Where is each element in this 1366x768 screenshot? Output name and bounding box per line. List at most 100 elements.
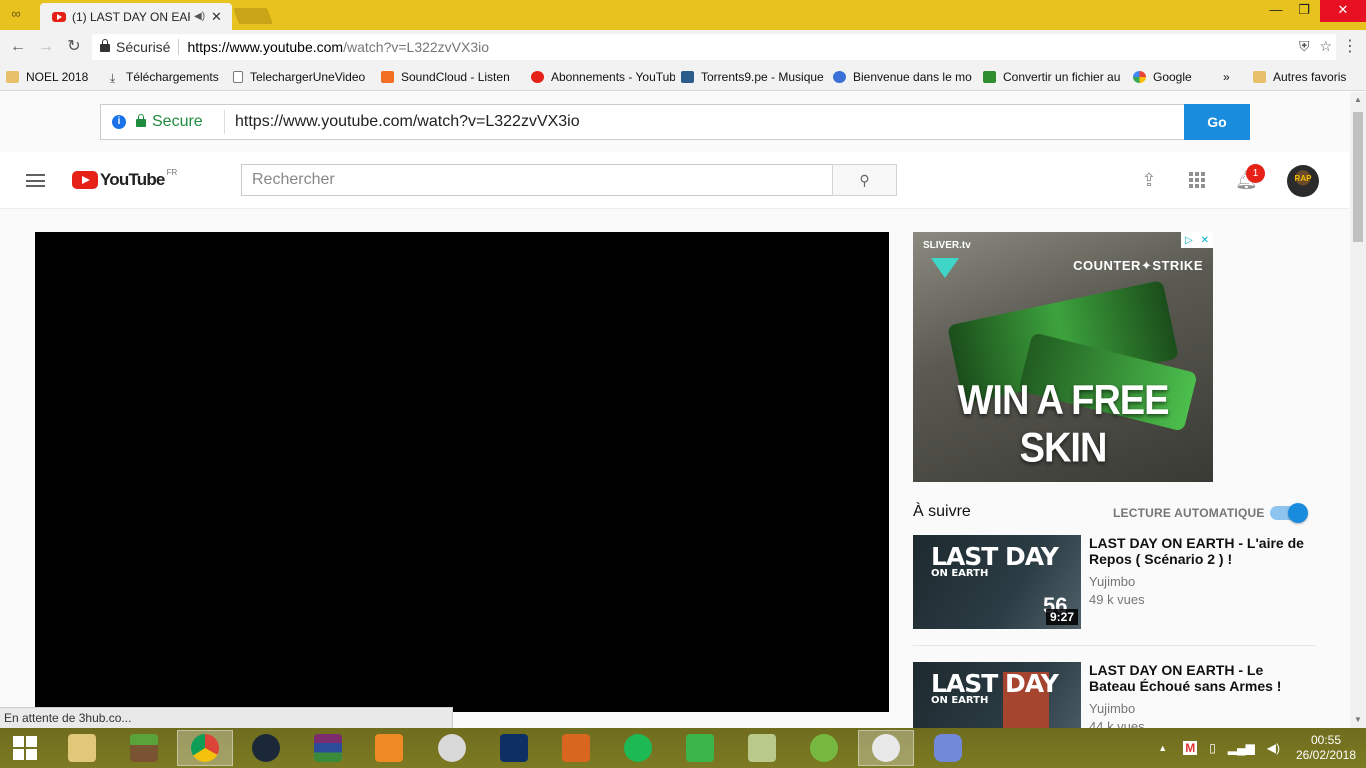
bookmarks-bar: NOEL 2018 ⤓ Téléchargements TelechargerUn…: [0, 64, 1366, 91]
video-views: 49 k vues: [1089, 592, 1145, 607]
taskbar-clock[interactable]: 00:55 26/02/2018: [1286, 733, 1366, 763]
url-host: https://www.youtube.com: [187, 39, 344, 55]
youtube-logo[interactable]: YouTube FR: [72, 168, 177, 190]
video-title[interactable]: LAST DAY ON EARTH - L'aire de Repos ( Sc…: [1089, 535, 1309, 567]
speaker-icon[interactable]: ◀): [194, 11, 205, 22]
display-ad[interactable]: SLIVER.tv COUNTER✦STRIKE WIN A FREE SKIN…: [913, 232, 1213, 482]
taskbar-file-explorer[interactable]: [54, 730, 110, 766]
search-button[interactable]: ⚲: [832, 164, 897, 196]
extension-url-input[interactable]: https://www.youtube.com/watch?v=L322zvVX…: [235, 113, 1184, 131]
shield-icon[interactable]: ⛨: [1299, 38, 1310, 55]
back-arrow-icon[interactable]: ←: [8, 37, 28, 57]
video-channel[interactable]: Yujimbo: [1089, 701, 1135, 716]
torrents9-icon: [681, 71, 694, 83]
taskbar-camtasia[interactable]: [672, 730, 728, 766]
forward-arrow-icon[interactable]: →: [36, 37, 56, 57]
adchoices-icon[interactable]: ▷ ✕: [1181, 232, 1213, 248]
tab-close-icon[interactable]: ✕: [211, 9, 222, 25]
bookmark-telechargeruneVideo[interactable]: TelechargerUneVideo: [227, 67, 375, 87]
battery-icon[interactable]: ▯: [1209, 741, 1216, 755]
chrome-icon: [191, 734, 219, 762]
reload-icon[interactable]: ↻: [64, 37, 84, 57]
taskbar-monitor-app[interactable]: [486, 730, 542, 766]
globe-icon: [833, 71, 846, 83]
scrollbar-thumb[interactable]: [1353, 112, 1363, 242]
tray-expand-icon[interactable]: ▲: [1158, 743, 1167, 753]
upload-icon[interactable]: ⇪: [1139, 170, 1159, 190]
ad-headline: WIN A FREE SKIN: [957, 377, 1170, 472]
star-icon[interactable]: ☆: [1319, 38, 1332, 55]
windows-logo-icon: [13, 736, 37, 760]
maximize-button[interactable]: ❐: [1288, 0, 1320, 22]
bookmark-noel-2018[interactable]: NOEL 2018: [0, 67, 100, 87]
minecraft-icon: [130, 734, 158, 762]
soundcloud-icon: [381, 71, 394, 83]
info-icon[interactable]: i: [112, 115, 126, 129]
gmail-notifier-icon[interactable]: M: [1183, 741, 1198, 755]
tab-title: (1) LAST DAY ON EARTH: Survival: [72, 9, 190, 24]
new-tab-button[interactable]: [233, 8, 273, 24]
go-button[interactable]: Go: [1184, 104, 1250, 140]
hamburger-menu-icon[interactable]: [26, 174, 45, 187]
taskbar-chrome[interactable]: [177, 730, 233, 766]
taskbar-checker-app[interactable]: [548, 730, 604, 766]
taskbar-utorrent[interactable]: [796, 730, 852, 766]
apps-grid-icon[interactable]: [1187, 170, 1207, 190]
taskbar-notes-app[interactable]: [734, 730, 790, 766]
taskbar-minecraft[interactable]: [116, 730, 172, 766]
video-channel[interactable]: Yujimbo: [1089, 574, 1135, 589]
file-explorer-icon: [68, 734, 96, 762]
scroll-up-icon[interactable]: ▲: [1354, 96, 1362, 104]
lock-icon: [100, 39, 110, 52]
volume-icon[interactable]: ◀): [1267, 741, 1280, 755]
address-bar[interactable]: Sécurisé https://www.youtube.com /watch?…: [92, 34, 1336, 60]
bookmark-torrents9[interactable]: Torrents9.pe - Musique: [675, 67, 827, 87]
taskbar-discord[interactable]: [920, 730, 976, 766]
gauge-icon: [438, 734, 466, 762]
system-tray: ▲ M ▯ ▂▄▆ ◀) 00:55 26/02/2018: [1158, 728, 1366, 768]
video-thumbnail[interactable]: LAST DAY ON EARTH 56 9:27: [913, 535, 1081, 629]
bookmark-autres-favoris[interactable]: Autres favoris: [1247, 67, 1357, 87]
video-title[interactable]: LAST DAY ON EARTH - Le Bateau Échoué san…: [1089, 662, 1309, 694]
bookmark-convertir[interactable]: Convertir un fichier au: [977, 67, 1127, 87]
network-signal-icon[interactable]: ▂▄▆: [1228, 741, 1255, 755]
bookmark-soundcloud[interactable]: SoundCloud - Listen: [375, 67, 525, 87]
incognito-icon: ∞: [11, 6, 21, 21]
video-player[interactable]: [35, 232, 889, 712]
bookmark-google[interactable]: Google: [1127, 67, 1217, 87]
video-thumbnail[interactable]: LAST DAY ON EARTH: [913, 662, 1081, 728]
search-input[interactable]: Rechercher: [241, 164, 833, 196]
taskbar-spotify[interactable]: [610, 730, 666, 766]
search-icon: ⚲: [859, 172, 870, 188]
clock-time: 00:55: [1310, 733, 1342, 747]
winrar-icon: [314, 734, 342, 762]
browser-tab-active[interactable]: (1) LAST DAY ON EARTH: Survival ◀) ✕: [40, 3, 232, 30]
extension-url-bar: i Secure https://www.youtube.com/watch?v…: [100, 104, 1250, 140]
autoplay-toggle[interactable]: [1270, 503, 1308, 523]
list-item-video[interactable]: LAST DAY ON EARTH LAST DAY ON EARTH - Le …: [913, 662, 1313, 728]
download-icon: ⤓: [109, 71, 116, 85]
clock-date: 26/02/2018: [1295, 748, 1357, 762]
taskbar-winrar[interactable]: [300, 730, 356, 766]
utorrent-icon: [810, 734, 838, 762]
scroll-down-icon[interactable]: ▼: [1354, 716, 1362, 724]
up-next-video[interactable]: LAST DAY ON EARTH 56 9:27 LAST DAY ON EAR…: [913, 535, 1313, 629]
bookmark-bienvenue[interactable]: Bienvenue dans le mo: [827, 67, 977, 87]
page-scrollbar[interactable]: ▲ ▼: [1350, 92, 1366, 728]
taskbar-steam[interactable]: [238, 730, 294, 766]
start-button[interactable]: [0, 730, 50, 766]
avatar[interactable]: RAP: [1287, 165, 1319, 197]
bookmark-telechargements[interactable]: ⤓ Téléchargements: [100, 67, 227, 87]
taskbar-paint-app[interactable]: [858, 730, 914, 766]
up-next-heading: À suivre: [913, 503, 971, 520]
menu-kebab-icon[interactable]: ⋮: [1340, 37, 1360, 57]
sliver-logo-icon: [931, 258, 959, 278]
taskbar-app[interactable]: [424, 730, 480, 766]
bookmarks-overflow-button[interactable]: »: [1217, 67, 1247, 87]
bookmark-abonnements[interactable]: Abonnements - YouTube: [525, 67, 675, 87]
page-icon: [233, 71, 243, 83]
window-close-button[interactable]: ✕: [1320, 0, 1366, 22]
taskbar-media-player[interactable]: [361, 730, 417, 766]
folder-icon: [1253, 71, 1266, 83]
youtube-header: YouTube FR Rechercher ⚲ ⇪ 🔔︎ 1 RAP: [0, 152, 1350, 209]
